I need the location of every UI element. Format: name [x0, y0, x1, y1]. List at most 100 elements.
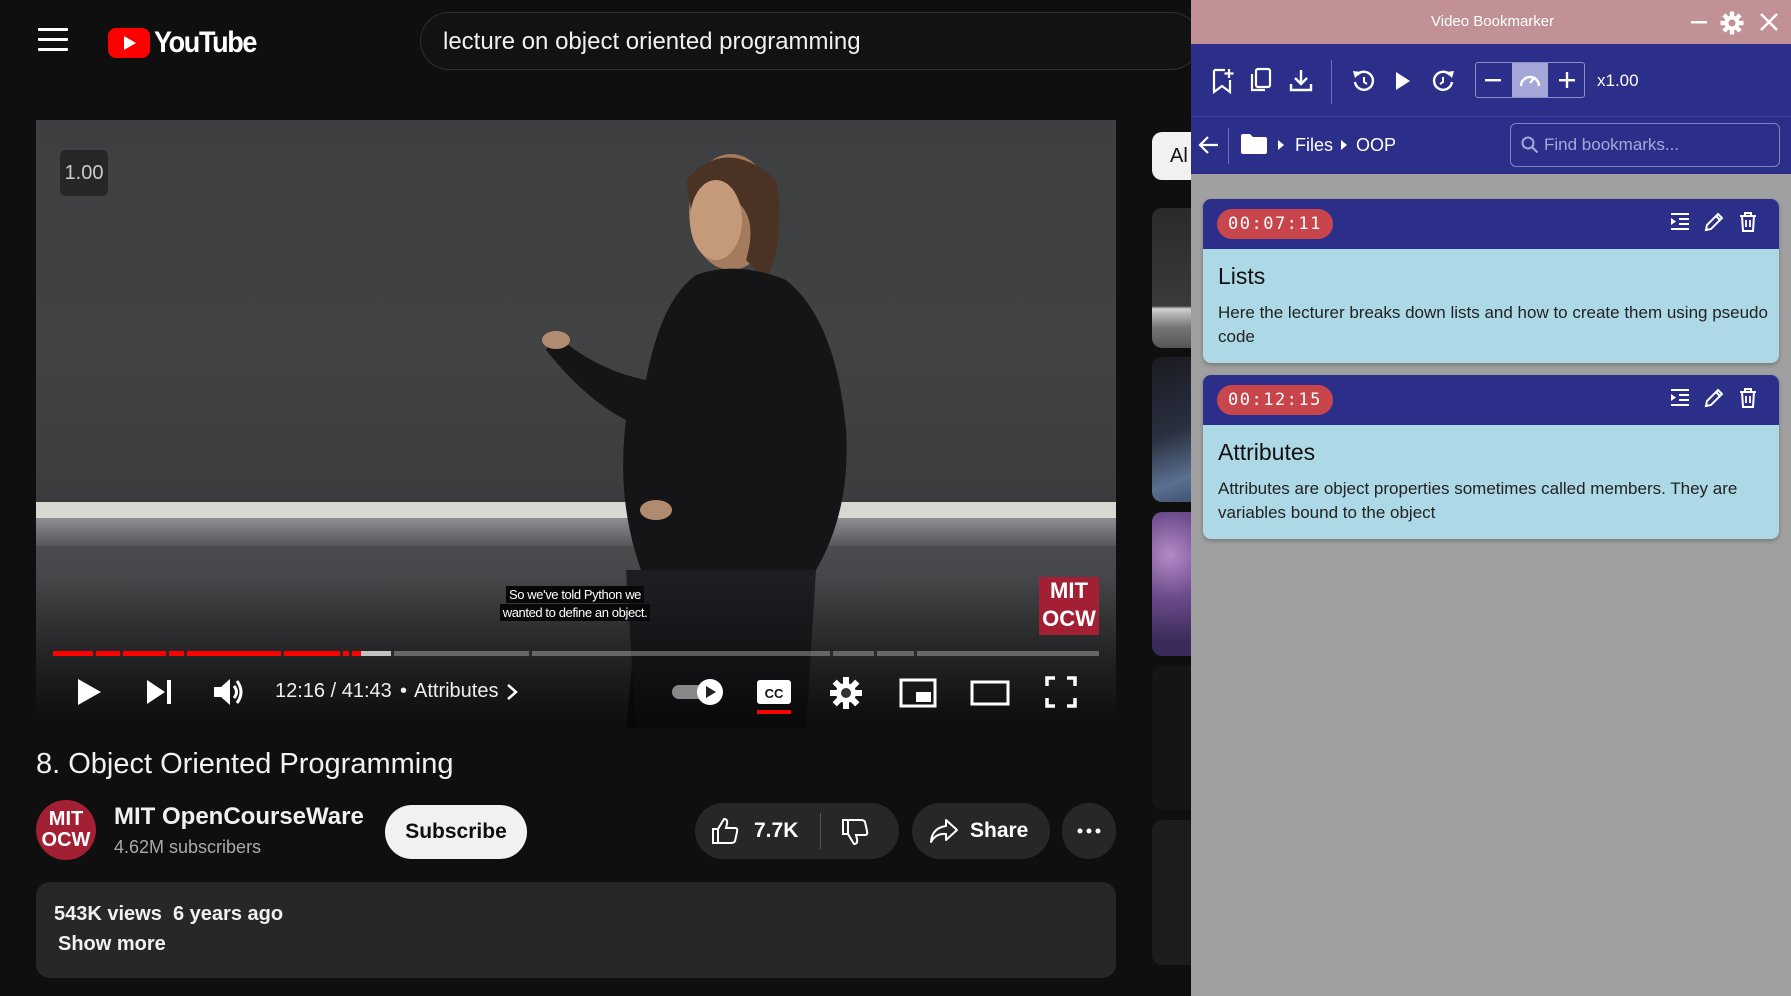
speedometer-icon	[1518, 69, 1542, 91]
miniplayer-icon	[899, 678, 937, 708]
subscribe-button[interactable]: Subscribe	[385, 805, 527, 859]
youtube-play-icon	[108, 28, 150, 58]
time-display: 12:16 / 41:43	[275, 680, 392, 703]
bookmark-title: Attributes	[1218, 439, 1316, 465]
youtube-logo[interactable]: YouTube	[108, 26, 267, 60]
ext-settings-button[interactable]	[1720, 11, 1744, 35]
chapter-gap	[281, 651, 284, 656]
magnifier-icon	[1521, 136, 1539, 154]
close-button[interactable]	[1759, 12, 1779, 32]
captions-button[interactable]: CC	[756, 678, 792, 714]
chapter-gap	[93, 651, 96, 656]
indent-icon[interactable]	[1669, 211, 1691, 233]
ext-play-button[interactable]	[1394, 70, 1412, 92]
bookmark-timestamp[interactable]: 00:12:15	[1217, 385, 1333, 415]
breadcrumb-oop[interactable]: OOP	[1356, 135, 1396, 156]
share-button[interactable]: Share	[912, 803, 1050, 859]
next-button[interactable]	[145, 678, 175, 706]
video-title: 8. Object Oriented Programming	[36, 748, 454, 780]
avatar-text: MIT	[48, 808, 84, 830]
bookmark-card-body: Lists Here the lecturer breaks down list…	[1203, 249, 1779, 363]
edit-pencil-icon[interactable]	[1703, 387, 1725, 409]
bookmark-card-body: Attributes Attributes are object propert…	[1203, 425, 1779, 539]
rewind-button[interactable]	[1351, 68, 1377, 94]
fullscreen-button[interactable]	[1045, 676, 1077, 708]
chapter-gap	[830, 651, 833, 656]
bookmark-timestamp[interactable]: 00:07:11	[1217, 209, 1333, 239]
download-icon	[1289, 70, 1313, 92]
caret-icon	[1278, 140, 1284, 150]
like-button[interactable]: 7.7K	[710, 816, 798, 846]
minus-icon	[1485, 79, 1501, 82]
trash-icon[interactable]	[1737, 387, 1759, 409]
channel-name[interactable]: MIT OpenCourseWare	[114, 803, 364, 831]
video-player[interactable]	[36, 120, 1116, 728]
chapter-gap	[349, 651, 352, 656]
chapter-gap	[166, 651, 169, 656]
channel-avatar[interactable]: MIT OCW	[36, 800, 96, 860]
bookmark-actions	[1669, 211, 1759, 233]
breadcrumb-files[interactable]: Files	[1295, 135, 1333, 156]
edit-pencil-icon[interactable]	[1703, 211, 1725, 233]
nav-divider	[1228, 128, 1229, 164]
minimize-button[interactable]	[1690, 13, 1708, 31]
caret-right-icon	[1340, 139, 1348, 151]
bookmark-card[interactable]: 00:07:11 Lists Here the lecturer breaks …	[1203, 199, 1779, 363]
chapter-title: Attributes	[414, 680, 499, 702]
bookmark-card-header: 00:07:11	[1203, 199, 1779, 249]
show-more-link[interactable]: Show more	[58, 933, 166, 956]
description-box[interactable]	[36, 882, 1116, 978]
plus-icon	[1559, 72, 1575, 88]
more-actions-button[interactable]	[1062, 803, 1116, 859]
bookmark-card[interactable]: 00:12:15 Attributes Attributes are objec…	[1203, 375, 1779, 539]
back-button[interactable]	[1198, 134, 1220, 156]
search-input[interactable]: lecture on object oriented programming	[443, 28, 861, 56]
upload-age: 6 years ago	[172, 903, 284, 925]
youtube-wordmark: YouTube	[154, 26, 257, 59]
theater-icon	[970, 680, 1010, 706]
theater-mode-button[interactable]	[970, 680, 1010, 706]
caret-icon	[1341, 140, 1347, 150]
play-button[interactable]	[74, 676, 104, 708]
bookmark-card-header: 00:12:15	[1203, 375, 1779, 425]
thumbs-up-icon	[712, 817, 739, 844]
download-button[interactable]	[1289, 68, 1313, 92]
current-time: 12:16	[275, 680, 326, 702]
like-divider	[820, 813, 821, 849]
menu-icon[interactable]	[38, 28, 68, 52]
progress-buffered	[361, 651, 391, 656]
speed-decrease-button[interactable]	[1483, 70, 1503, 90]
speed-increase-button[interactable]	[1557, 70, 1577, 90]
subscriber-count: 4.62M subscribers	[114, 837, 262, 857]
cc-icon: CC	[757, 680, 791, 714]
volume-button[interactable]	[212, 676, 248, 708]
chapter-gap	[184, 651, 187, 656]
add-bookmark-button[interactable]	[1211, 68, 1235, 94]
chevron-right-icon	[507, 683, 519, 700]
gear-icon	[830, 677, 862, 709]
trash-icon[interactable]	[1737, 211, 1759, 233]
skip-next-icon	[147, 680, 171, 704]
bookmark-actions	[1669, 387, 1759, 409]
thumbs-down-icon	[842, 819, 869, 846]
chapter-button[interactable]: Attributes	[414, 680, 520, 703]
speed-badge: 1.00	[60, 150, 108, 196]
forward-button[interactable]	[1430, 68, 1456, 94]
svg-text:CC: CC	[765, 686, 784, 701]
bookmark-description: Attributes are object properties sometim…	[1218, 479, 1738, 522]
settings-button[interactable]	[829, 676, 863, 710]
volume-icon	[214, 679, 243, 705]
like-count: 7.7K	[754, 819, 799, 842]
chapter-gap	[391, 651, 394, 656]
view-stats: 543K views 6 years ago	[54, 903, 283, 926]
dislike-button[interactable]	[840, 817, 870, 847]
folder-icon-svg	[1241, 134, 1267, 154]
search-icon	[1521, 136, 1539, 154]
share-icon	[930, 819, 958, 843]
indent-icon[interactable]	[1669, 387, 1691, 409]
miniplayer-button[interactable]	[899, 678, 937, 708]
autoplay-toggle[interactable]	[672, 678, 726, 706]
close-icon	[1760, 13, 1778, 31]
caption-line: wanted to define an object.	[499, 604, 651, 621]
copy-button[interactable]	[1249, 67, 1273, 93]
